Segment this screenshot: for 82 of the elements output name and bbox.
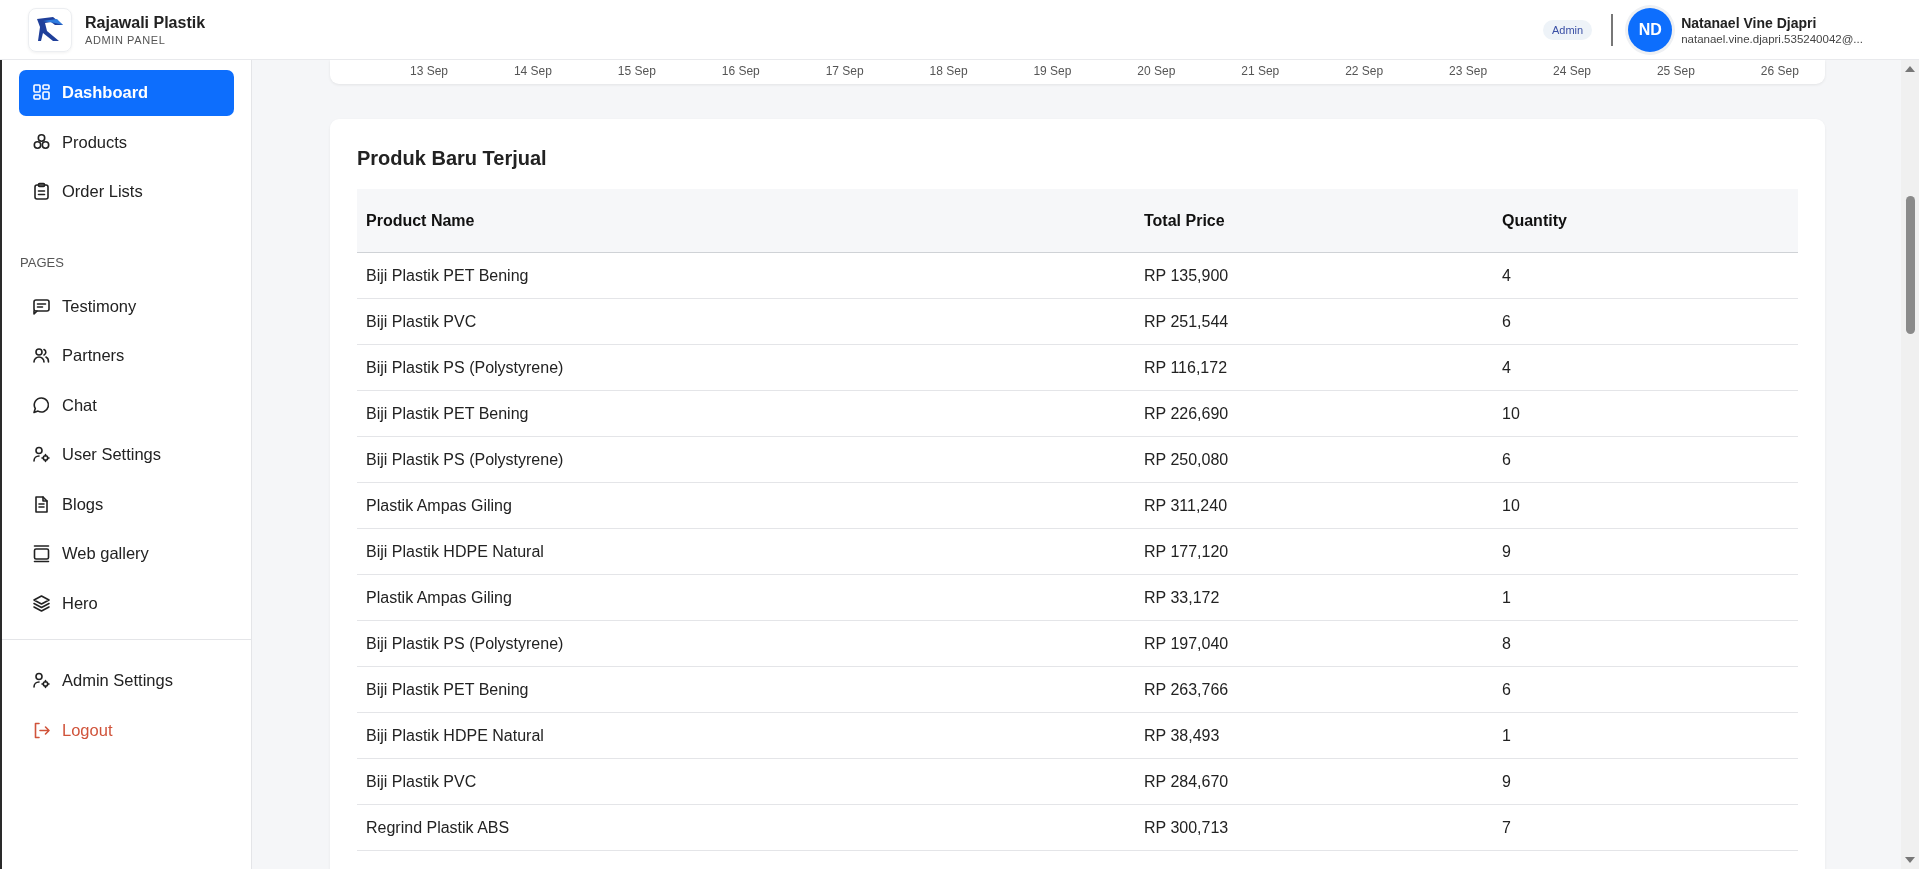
sidebar-item[interactable]: Products bbox=[19, 119, 234, 165]
sidebar-item[interactable]: Admin Settings bbox=[19, 658, 234, 704]
sidebar-item[interactable]: Web gallery bbox=[19, 531, 234, 577]
table-cell: 6 bbox=[1493, 436, 1798, 483]
table-cell: RP 284,670 bbox=[1135, 758, 1493, 805]
axis-label: 14 Sep bbox=[513, 64, 552, 78]
table-cell: Biji Plastik PET Bening bbox=[357, 252, 1135, 299]
table-cell: 7 bbox=[1493, 804, 1798, 851]
axis-label: 22 Sep bbox=[1345, 64, 1384, 78]
column-header: Total Price bbox=[1135, 189, 1493, 253]
table-cell: 1 bbox=[1493, 574, 1798, 621]
table-cell: Plastik Ampas Giling bbox=[357, 482, 1135, 529]
table-cell: 9 bbox=[1493, 528, 1798, 575]
table-cell: Biji Plastik PS (Polystyrene) bbox=[357, 620, 1135, 667]
table-cell: RP 38,493 bbox=[1135, 712, 1493, 759]
axis-label: 18 Sep bbox=[929, 64, 968, 78]
table-cell: RP 300,713 bbox=[1135, 804, 1493, 851]
table-cell: RP 135,900 bbox=[1135, 252, 1493, 299]
sidebar-item[interactable]: User Settings bbox=[19, 432, 234, 478]
table-cell: Plastik Ampas Giling bbox=[357, 574, 1135, 621]
axis-label: 21 Sep bbox=[1241, 64, 1280, 78]
table-cell: Biji Plastik PS (Polystyrene) bbox=[357, 344, 1135, 391]
user-name: Natanael Vine Djapri bbox=[1681, 14, 1818, 31]
axis-label: 25 Sep bbox=[1656, 64, 1695, 78]
table-cell: Biji Plastik PET Bening bbox=[357, 666, 1135, 713]
table-cell: 9 bbox=[1493, 758, 1798, 805]
sidebar-item[interactable]: Hero bbox=[19, 580, 234, 626]
logo[interactable] bbox=[28, 7, 72, 52]
brand-subtitle: ADMIN PANEL bbox=[85, 33, 167, 46]
axis-label: 15 Sep bbox=[617, 64, 656, 78]
sidebar-item[interactable]: Order Lists bbox=[19, 169, 234, 215]
table-cell: RP 197,040 bbox=[1135, 620, 1493, 667]
table-cell: Biji Plastik HDPE Natural bbox=[357, 528, 1135, 575]
role-badge: Admin bbox=[1543, 19, 1593, 40]
axis-label: 19 Sep bbox=[1033, 64, 1072, 78]
table-title: Produk Baru Terjual bbox=[357, 147, 548, 170]
table-cell: RP 263,766 bbox=[1135, 666, 1493, 713]
sidebar-item[interactable]: Chat bbox=[19, 382, 234, 428]
table-cell: 6 bbox=[1493, 298, 1798, 345]
sidebar-item[interactable]: Logout bbox=[19, 707, 234, 753]
sidebar-item[interactable]: Testimony bbox=[19, 283, 234, 329]
sidebar-item[interactable]: Partners bbox=[19, 333, 234, 379]
table-cell: 1 bbox=[1493, 712, 1798, 759]
table-cell: Biji Plastik HDPE Natural bbox=[357, 712, 1135, 759]
table-cell: 4 bbox=[1493, 344, 1798, 391]
gallery-icon bbox=[31, 543, 52, 565]
table-cell: Regrind Plastik ABS bbox=[357, 804, 1135, 851]
table-cell: RP 177,120 bbox=[1135, 528, 1493, 575]
table-cell: RP 33,172 bbox=[1135, 574, 1493, 621]
table-cell: RP 116,172 bbox=[1135, 344, 1493, 391]
user-email: natanael.vine.djapri.535240042@... bbox=[1681, 32, 1863, 45]
axis-label: 24 Sep bbox=[1552, 64, 1591, 78]
table-cell: 4 bbox=[1493, 252, 1798, 299]
axis-label: 26 Sep bbox=[1760, 64, 1799, 78]
table-cell: RP 251,544 bbox=[1135, 298, 1493, 345]
table-cell: RP 250,080 bbox=[1135, 436, 1493, 483]
user-avatar[interactable]: ND bbox=[1628, 7, 1673, 52]
layers-icon bbox=[31, 592, 52, 614]
column-header: Product Name bbox=[357, 189, 1135, 253]
sidebar-item[interactable]: Dashboard bbox=[19, 70, 234, 116]
section-heading: PAGES bbox=[19, 253, 65, 272]
table-cell: RP 226,690 bbox=[1135, 390, 1493, 437]
table-cell: RP 311,240 bbox=[1135, 482, 1493, 529]
table-cell: Biji Plastik PVC bbox=[357, 758, 1135, 805]
table-cell: 8 bbox=[1493, 620, 1798, 667]
axis-label: 13 Sep bbox=[410, 64, 449, 78]
brand-title: Rajawali Plastik bbox=[85, 13, 206, 32]
table-cell: Biji Plastik PS (Polystyrene) bbox=[357, 436, 1135, 483]
chat-bubble-icon bbox=[31, 394, 52, 416]
axis-label: 17 Sep bbox=[825, 64, 864, 78]
table-cell: 10 bbox=[1493, 482, 1798, 529]
sidebar-item[interactable]: Blogs bbox=[19, 481, 234, 527]
scrollbar[interactable] bbox=[1901, 60, 1919, 869]
table-cell: Biji Plastik PVC bbox=[357, 298, 1135, 345]
table-cell: 10 bbox=[1493, 390, 1798, 437]
clipboard-icon bbox=[31, 181, 52, 203]
table-cell: Biji Plastik PET Bening bbox=[357, 390, 1135, 437]
axis-label: 20 Sep bbox=[1137, 64, 1176, 78]
axis-label: 23 Sep bbox=[1449, 64, 1488, 78]
table-cell: 6 bbox=[1493, 666, 1798, 713]
axis-label: 16 Sep bbox=[721, 64, 760, 78]
column-header: Quantity bbox=[1493, 189, 1798, 253]
